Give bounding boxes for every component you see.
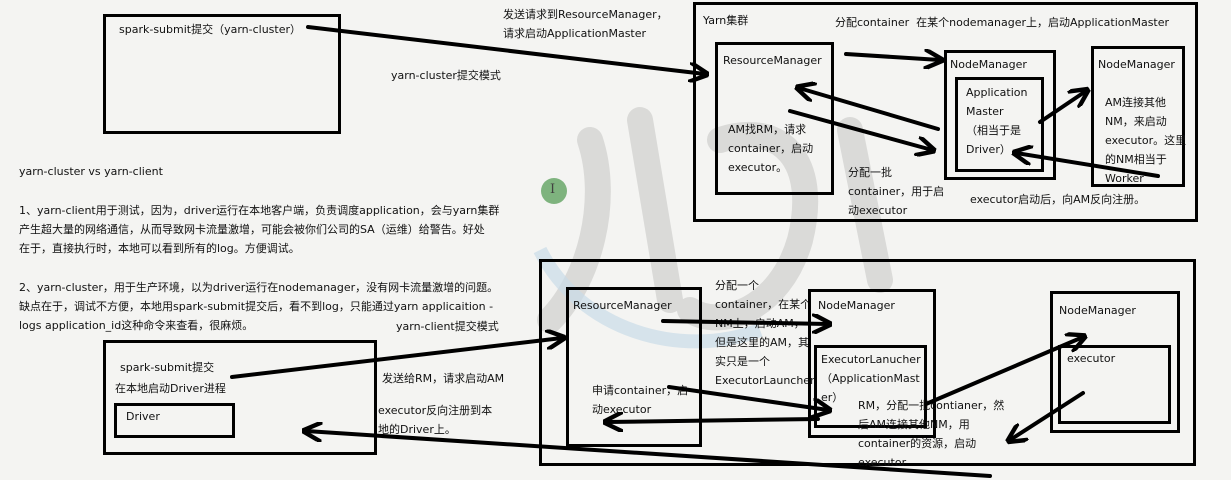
arrow-executor-down: [1010, 391, 1085, 440]
arrow-rm-to-nm1: [844, 54, 940, 60]
cursor-icon: I: [541, 178, 567, 204]
arrow-launcher-to-rm: [607, 419, 820, 422]
arrow-am-to-rm: [799, 88, 940, 131]
arrow-driver-to-rm: [230, 338, 562, 379]
arrow-rm-to-nm1: [661, 321, 828, 324]
arrow-nm2-to-am: [1016, 153, 1160, 178]
arrow-executor-to-driver: [306, 431, 992, 478]
arrow-rm-to-am-batch: [788, 109, 932, 150]
arrow-launcher-to-executor: [924, 337, 1083, 406]
arrow-rm-to-launcher: [667, 385, 828, 410]
arrow-am-to-nm2: [1038, 91, 1086, 124]
arrow-submit-to-rm: [306, 25, 705, 74]
arrows-layer: [230, 25, 1160, 478]
